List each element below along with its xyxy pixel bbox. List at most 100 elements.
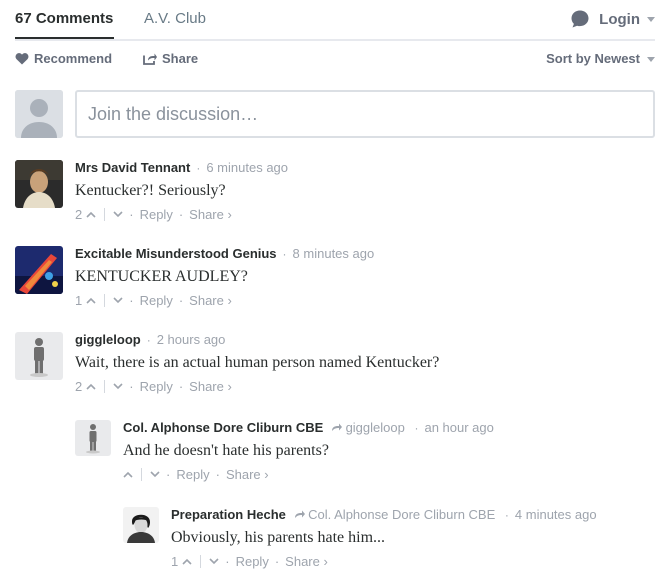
- share-link[interactable]: Share ›: [189, 293, 232, 308]
- comment-body: And he doesn't hate his parents?: [123, 442, 329, 459]
- separator-dot: ·: [178, 207, 184, 222]
- comment-body: KENTUCKER AUDLEY?: [75, 268, 248, 285]
- separator-dot: ·: [504, 508, 509, 522]
- comment-meta: Excitable Misunderstood Genius · 8 minutes…: [75, 246, 374, 262]
- separator-dot: ·: [129, 379, 134, 394]
- chevron-up-icon: [86, 297, 96, 304]
- tab-site[interactable]: A.V. Club: [144, 10, 206, 27]
- reply-to-author: giggleloop: [345, 420, 405, 435]
- vote-count: 1: [171, 554, 179, 569]
- author-name[interactable]: giggleloop: [75, 332, 141, 347]
- avatar-photo: [15, 160, 63, 208]
- downvote-button[interactable]: [113, 383, 123, 390]
- chevron-up-icon: [123, 471, 133, 478]
- author-name[interactable]: Excitable Misunderstood Genius: [75, 246, 277, 261]
- avatar-photo: [15, 246, 63, 294]
- comment-body: Obviously, his parents hate him...: [171, 529, 386, 546]
- comment-input[interactable]: Join the discussion…: [75, 90, 655, 138]
- reply-comment: Preparation Heche Col. Alphonse Dore Cli…: [123, 507, 655, 573]
- upvote-button[interactable]: 2: [75, 379, 96, 394]
- comment-footer: 1 · Reply · Share ›: [75, 293, 232, 308]
- downvote-button[interactable]: [113, 297, 123, 304]
- avatar[interactable]: [15, 160, 63, 208]
- share-link[interactable]: Share ›: [285, 554, 328, 569]
- login-label: Login: [599, 10, 640, 28]
- avatar[interactable]: [15, 332, 63, 380]
- downvote-button[interactable]: [113, 211, 123, 218]
- separator-dot: ·: [166, 467, 171, 482]
- upvote-button[interactable]: 2: [75, 207, 96, 222]
- reply-comment: Col. Alphonse Dore Cliburn CBE giggleloo…: [75, 420, 655, 486]
- share-link[interactable]: Share ›: [189, 207, 232, 222]
- chevron-up-icon: [182, 558, 192, 565]
- reply-link[interactable]: Reply: [236, 554, 269, 569]
- separator-dot: ·: [414, 421, 419, 435]
- share-icon: [143, 53, 157, 65]
- comment-footer: 2 · Reply · Share ›: [75, 207, 232, 222]
- author-name[interactable]: Mrs David Tennant: [75, 160, 190, 175]
- sort-dropdown[interactable]: Sort by Newest: [546, 51, 655, 66]
- vote-count: 2: [75, 379, 83, 394]
- downvote-button[interactable]: [209, 558, 219, 565]
- avatar[interactable]: [123, 507, 159, 543]
- comment: Excitable Misunderstood Genius · 8 minutes…: [15, 246, 655, 312]
- share-link[interactable]: Share ›: [226, 467, 269, 482]
- timestamp[interactable]: 4 minutes ago: [515, 507, 597, 522]
- default-figure-avatar: [75, 420, 111, 456]
- reply-arrow-icon: [331, 423, 342, 431]
- vote-count: 2: [75, 207, 83, 222]
- speech-bubble-icon: [571, 10, 589, 28]
- in-reply-to[interactable]: giggleloop: [331, 420, 409, 435]
- divider: [104, 294, 106, 307]
- reply-link[interactable]: Reply: [140, 207, 173, 222]
- reply-to-author: Col. Alphonse Dore Cliburn CBE: [308, 507, 496, 522]
- comments-header: 67 Comments A.V. Club Login: [15, 0, 655, 41]
- comment-body: Wait, there is an actual human person na…: [75, 354, 440, 371]
- heart-icon: [15, 53, 29, 65]
- login-button[interactable]: Login: [570, 9, 655, 29]
- recommend-button[interactable]: Recommend: [15, 51, 112, 66]
- upvote-button[interactable]: 1: [171, 554, 192, 569]
- upvote-button[interactable]: 1: [75, 293, 96, 308]
- tab-comments[interactable]: 67 Comments: [15, 10, 113, 27]
- chevron-up-icon: [86, 211, 96, 218]
- comment-meta: Col. Alphonse Dore Cliburn CBE giggleloo…: [123, 420, 494, 436]
- comment-meta: Mrs David Tennant · 6 minutes ago: [75, 160, 288, 176]
- comment-body: Kentucker?! Seriously?: [75, 182, 226, 199]
- share-link[interactable]: Share ›: [189, 379, 232, 394]
- comment: giggleloop · 2 hours ago Wait, there is an…: [15, 332, 655, 398]
- separator-dot: ·: [215, 467, 220, 482]
- reply-link[interactable]: Reply: [140, 293, 173, 308]
- vote-count: 1: [75, 293, 83, 308]
- thread-actions: Recommend Share Sort by Newest: [15, 51, 655, 69]
- comment: Mrs David Tennant · 6 minutes ago Kentucke…: [15, 160, 655, 226]
- downvote-button[interactable]: [150, 471, 160, 478]
- comment-meta: giggleloop · 2 hours ago: [75, 332, 225, 348]
- reply-link[interactable]: Reply: [140, 379, 173, 394]
- avatar-photo: [123, 507, 159, 543]
- separator-dot: ·: [129, 207, 134, 222]
- chevron-down-icon: [113, 297, 123, 304]
- author-name[interactable]: Preparation Heche: [171, 507, 286, 522]
- timestamp[interactable]: 6 minutes ago: [206, 160, 288, 175]
- divider: [104, 380, 106, 393]
- divider: [141, 468, 142, 481]
- avatar[interactable]: [75, 420, 111, 456]
- reply-arrow-icon: [294, 510, 305, 518]
- in-reply-to[interactable]: Col. Alphonse Dore Cliburn CBE: [294, 507, 499, 522]
- separator-dot: ·: [282, 247, 287, 261]
- upvote-button[interactable]: [123, 471, 133, 478]
- timestamp[interactable]: 2 hours ago: [157, 332, 226, 347]
- reply-link[interactable]: Reply: [176, 467, 209, 482]
- author-name[interactable]: Col. Alphonse Dore Cliburn CBE: [123, 420, 323, 435]
- active-tab-underline: [15, 37, 114, 39]
- separator-dot: ·: [196, 161, 201, 175]
- comment-footer: 1 · Reply · Share ›: [171, 554, 328, 569]
- default-figure-avatar: [15, 332, 63, 380]
- timestamp[interactable]: an hour ago: [424, 420, 493, 435]
- share-button[interactable]: Share: [143, 51, 198, 66]
- avatar[interactable]: [15, 246, 63, 294]
- divider: [200, 555, 202, 568]
- share-label: Share: [162, 51, 199, 66]
- timestamp[interactable]: 8 minutes ago: [293, 246, 375, 261]
